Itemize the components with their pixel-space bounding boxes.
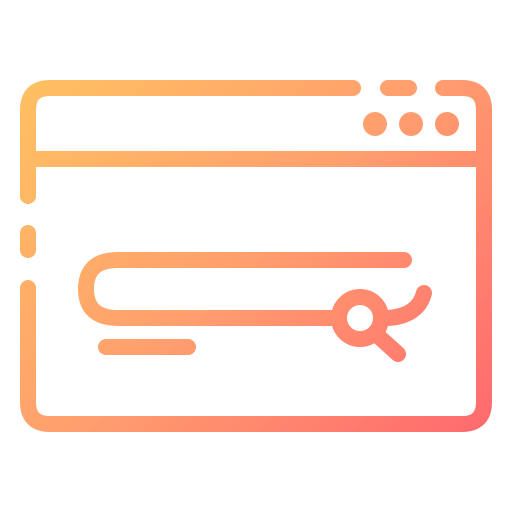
- search-bar: [78, 252, 412, 326]
- search-bar-tail: [380, 285, 432, 326]
- window-dot-3: [435, 112, 459, 136]
- magnifier-handle: [368, 326, 406, 362]
- frame-top-left-segment: [20, 80, 361, 204]
- window-dot-2: [399, 112, 423, 136]
- browser-search-icon: [0, 0, 512, 512]
- window-control-dots: [363, 112, 459, 136]
- window-dot-1: [363, 112, 387, 136]
- browser-search-icon-svg: [20, 80, 492, 432]
